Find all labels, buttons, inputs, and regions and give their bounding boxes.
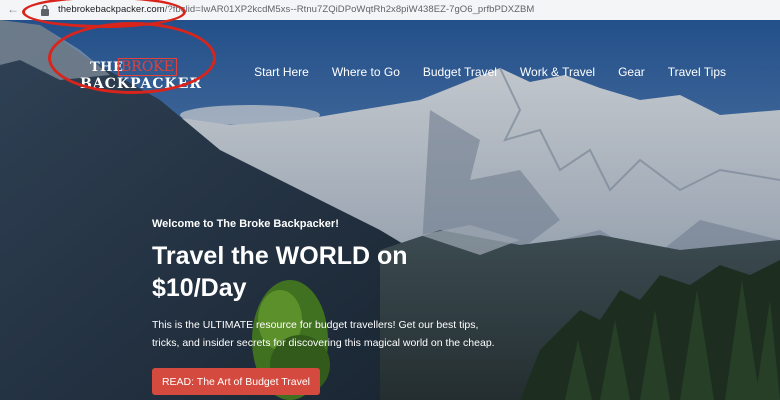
logo-text-broke: BROKE <box>118 58 177 76</box>
hero-headline: Travel the WORLD on $10/Day <box>152 242 408 302</box>
back-arrow-icon[interactable]: ← <box>6 2 20 16</box>
nav-item-start-here[interactable]: Start Here <box>254 65 309 79</box>
nav-item-where-to-go[interactable]: Where to Go <box>332 65 400 79</box>
main-navigation: Start Here Where to Go Budget Travel Wor… <box>231 65 726 79</box>
lock-icon <box>41 4 49 16</box>
hero-description: This is the ULTIMATE resource for budget… <box>152 319 495 349</box>
nav-item-travel-tips[interactable]: Travel Tips <box>668 65 726 79</box>
address-bar[interactable]: ← thebrokebackpacker.com/?fbclid=IwAR01X… <box>0 0 780 21</box>
site-logo[interactable]: THE BROKE BACKPACKER <box>78 58 201 96</box>
url-path: /?fbclid=IwAR01XP2kcdM5xs--Rtnu7ZQiDPoWq… <box>164 4 535 15</box>
nav-item-budget-travel[interactable]: Budget Travel <box>423 65 497 79</box>
hero-section: THE BROKE BACKPACKER Start Here Where to… <box>0 20 780 400</box>
logo-text-backpacker: BACKPACKER <box>80 76 202 92</box>
read-art-of-budget-travel-button[interactable]: READ: The Art of Budget Travel <box>152 368 320 395</box>
nav-item-work-and-travel[interactable]: Work & Travel <box>520 65 595 79</box>
hero-welcome-text: Welcome to The Broke Backpacker! <box>152 218 339 230</box>
nav-item-gear[interactable]: Gear <box>618 65 645 79</box>
url-text[interactable]: thebrokebackpacker.com/?fbclid=IwAR01XP2… <box>58 2 534 18</box>
url-domain: thebrokebackpacker.com <box>58 4 165 15</box>
